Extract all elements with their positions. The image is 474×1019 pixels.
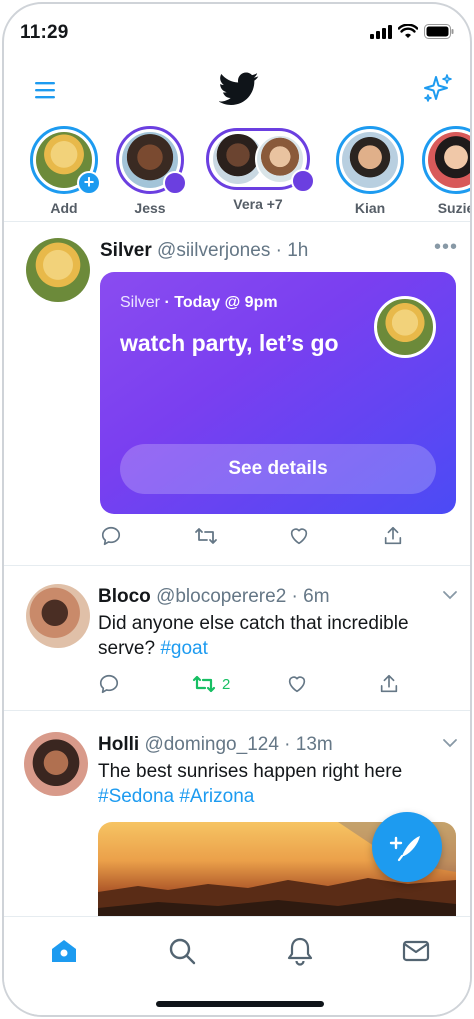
fleets-row: + Add Jess Vera +7 Kian Suzie	[4, 122, 470, 222]
divider	[4, 710, 470, 711]
retweet-icon	[195, 528, 217, 544]
tweet-handle[interactable]: @blocoperere2 · 6m	[156, 586, 329, 607]
reply-icon	[101, 526, 121, 546]
card-avatar	[374, 296, 436, 358]
sparkle-icon[interactable]	[420, 72, 454, 106]
notifications-icon[interactable]	[284, 935, 316, 967]
card-when: · Today @ 9pm	[164, 294, 278, 311]
heart-icon	[288, 676, 306, 693]
status-time: 11:29	[20, 22, 69, 43]
share-icon	[384, 526, 402, 545]
fleet-group-ring[interactable]	[206, 128, 315, 193]
tweet-body: Did anyone else catch that incredible se…	[98, 613, 409, 659]
reply-icon	[99, 674, 119, 694]
reply-button[interactable]	[98, 670, 120, 698]
fleet-ring	[116, 126, 187, 195]
avatar[interactable]	[26, 584, 90, 648]
bottom-tab-bar	[4, 916, 470, 1015]
retweet-icon	[192, 675, 216, 693]
compose-tweet-button[interactable]	[372, 812, 442, 882]
divider	[4, 221, 470, 222]
tweet-header: Bloco @blocoperere2 · 6m	[98, 586, 330, 608]
fleet-ring	[336, 126, 404, 194]
like-button[interactable]	[288, 522, 310, 550]
like-button[interactable]	[286, 670, 308, 698]
tweet-author-name[interactable]: Silver	[100, 240, 152, 261]
fleet-label: Add	[50, 200, 78, 216]
add-plus-icon: +	[77, 171, 101, 195]
fleet-label: Suzie	[437, 200, 472, 216]
status-icons	[370, 24, 454, 39]
share-icon	[380, 674, 398, 693]
tweet-actions: 2	[98, 670, 418, 698]
fleet-jess[interactable]: Jess	[114, 126, 187, 216]
fleet-kian[interactable]: Kian	[334, 126, 406, 216]
fleet-label: Jess	[134, 200, 166, 216]
watch-party-card[interactable]: Silver · Today @ 9pm watch party, let’s …	[100, 272, 456, 514]
home-indicator	[156, 1001, 324, 1007]
twitter-bird-icon	[219, 72, 259, 105]
fleet-ring: +	[30, 126, 101, 195]
messages-icon[interactable]	[400, 935, 432, 967]
hamburger-menu-icon[interactable]	[32, 76, 60, 104]
home-icon[interactable]	[48, 935, 80, 967]
tweet-header: Holli @domingo_124 · 13m	[98, 734, 333, 756]
chevron-down-icon[interactable]	[442, 590, 458, 600]
card-host: Silver	[120, 294, 161, 311]
fleet-add[interactable]: + Add	[28, 126, 101, 216]
avatar	[342, 132, 398, 188]
tweet-body: The best sunrises happen right here	[98, 761, 403, 782]
card-title: watch party, let’s go	[120, 330, 339, 356]
tweet-handle[interactable]: @domingo_124 · 13m	[144, 734, 332, 755]
tweet-time: · 1h	[275, 240, 309, 261]
fleet-suzie[interactable]: Suzie	[420, 126, 472, 216]
card-subtitle: Silver · Today @ 9pm	[120, 294, 278, 312]
compose-quill-icon	[389, 836, 420, 862]
tweet-text: Did anyone else catch that incredible se…	[98, 611, 438, 661]
tweet-handle[interactable]: @siilverjones	[157, 240, 270, 261]
retweet-button[interactable]	[194, 522, 218, 550]
fleet-label: Vera +7	[233, 196, 283, 212]
fleet-label: Kian	[354, 200, 386, 216]
hashtag-link[interactable]: #goat	[160, 638, 208, 659]
share-button[interactable]	[382, 522, 404, 550]
avatar[interactable]	[26, 238, 90, 302]
status-bar: 11:29	[4, 4, 470, 60]
wifi-icon	[398, 24, 418, 38]
fleet-ring	[422, 126, 470, 194]
party-icon	[163, 171, 187, 195]
share-button[interactable]	[378, 670, 400, 698]
more-options-icon[interactable]: •••	[434, 236, 458, 259]
avatar	[428, 132, 470, 188]
divider	[4, 565, 470, 566]
reply-button[interactable]	[100, 522, 122, 550]
tweet-actions	[100, 522, 420, 550]
phone-frame: 11:29 + Add Jess Vera +7 Kian Suzie Silv…	[2, 2, 472, 1017]
tweet-author-name[interactable]: Holli	[98, 734, 139, 755]
party-icon	[291, 169, 315, 193]
tweet-text: The best sunrises happen right here #Sed…	[98, 759, 438, 809]
tweet-header: Silver @siilverjones · 1h	[100, 240, 308, 262]
heart-icon	[290, 528, 308, 545]
top-header	[4, 62, 470, 118]
see-details-button[interactable]: See details	[120, 444, 436, 494]
hashtag-link[interactable]: #Sedona #Arizona	[98, 784, 438, 809]
signal-icon	[370, 24, 392, 39]
tweet-author-name[interactable]: Bloco	[98, 586, 151, 607]
search-icon[interactable]	[166, 935, 198, 967]
chevron-down-icon[interactable]	[442, 738, 458, 748]
battery-icon	[424, 24, 454, 39]
retweet-button[interactable]: 2	[192, 670, 230, 698]
retweet-count: 2	[222, 675, 231, 693]
avatar[interactable]	[24, 732, 88, 796]
fleet-vera[interactable]: Vera +7	[222, 196, 294, 212]
